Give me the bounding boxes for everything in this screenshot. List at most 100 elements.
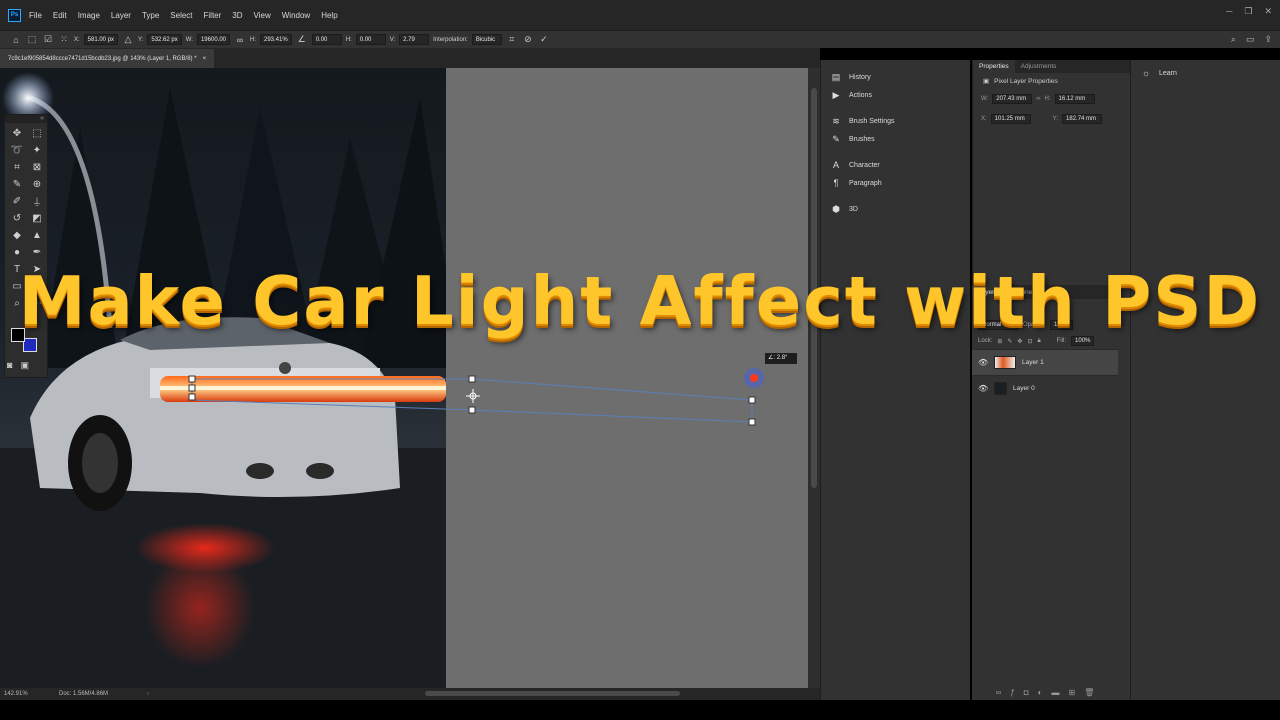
patch-tool-icon[interactable]: ⊕ bbox=[27, 176, 47, 192]
menu-filter[interactable]: Filter bbox=[204, 11, 222, 20]
link-layers-icon[interactable]: ∞ bbox=[996, 688, 1002, 697]
photoshop-logo: Ps bbox=[8, 8, 21, 22]
close-icon[interactable]: ✕ bbox=[1264, 6, 1272, 17]
interpolation-select[interactable]: Bicubic bbox=[471, 34, 502, 45]
history-panel-button[interactable]: ▤ History bbox=[821, 68, 970, 86]
bucket-tool-icon[interactable]: ◆ bbox=[7, 227, 27, 243]
vskew-input[interactable]: 2.79 bbox=[399, 34, 430, 45]
x-label: X: bbox=[74, 36, 80, 43]
menu-edit[interactable]: Edit bbox=[53, 11, 67, 20]
crop-tool-icon[interactable]: ⌗ bbox=[7, 159, 27, 175]
status-menu-icon[interactable]: › bbox=[147, 691, 149, 697]
w-input[interactable]: 19600.00 bbox=[196, 34, 230, 45]
paragraph-icon: ¶ bbox=[833, 178, 839, 188]
home-icon[interactable]: ⌂ bbox=[10, 35, 22, 45]
h-input[interactable]: 293.41% bbox=[260, 34, 292, 45]
add-mask-icon[interactable]: ◘ bbox=[1024, 688, 1029, 697]
menu-window[interactable]: Window bbox=[282, 11, 310, 20]
tab-close-icon[interactable]: × bbox=[203, 56, 207, 62]
workspace-icon[interactable]: ▭ bbox=[1246, 34, 1255, 45]
x-input[interactable]: 581.00 px bbox=[83, 34, 119, 45]
delete-layer-icon[interactable]: 🗑︎ bbox=[1084, 688, 1094, 697]
vskew-label: V: bbox=[389, 36, 396, 43]
video-title-overlay: Make Car Light Affect with PSD bbox=[18, 262, 1262, 340]
link-icon[interactable]: ∞ bbox=[234, 35, 246, 45]
maximize-icon[interactable]: ❐ bbox=[1244, 6, 1252, 17]
search-icon[interactable]: ⌕ bbox=[1231, 34, 1236, 45]
move-tool-icon[interactable]: ✥ bbox=[7, 125, 27, 141]
history-brush-tool-icon[interactable]: ↺ bbox=[7, 210, 27, 226]
menu-file[interactable]: File bbox=[29, 11, 42, 20]
3d-label: 3D bbox=[849, 205, 858, 213]
frame-tool-icon[interactable]: ⊠ bbox=[27, 159, 47, 175]
stamp-tool-icon[interactable]: ⍊ bbox=[27, 193, 47, 209]
brush-tool-icon[interactable]: ✐ bbox=[7, 193, 27, 209]
pen-tool-icon[interactable]: ✒ bbox=[27, 244, 47, 260]
transform-bounding-box[interactable] bbox=[0, 68, 820, 688]
new-group-icon[interactable]: ▬ bbox=[1051, 688, 1059, 697]
blur-tool-icon[interactable]: ▲ bbox=[27, 227, 47, 243]
checkbox-reference-icon[interactable]: ☑ bbox=[42, 34, 54, 45]
prop-link-icon[interactable]: ∞ bbox=[1036, 96, 1040, 102]
tab-adjustments[interactable]: Adjustments bbox=[1015, 60, 1063, 73]
dodge-tool-icon[interactable]: ● bbox=[7, 244, 27, 260]
w-label: W: bbox=[185, 36, 193, 43]
commit-transform-icon[interactable]: ✓ bbox=[538, 34, 550, 45]
hskew-input[interactable]: 0.00 bbox=[355, 34, 386, 45]
canvas-area[interactable]: ∠: 2.8° bbox=[0, 68, 820, 688]
document-tab[interactable]: 7c9c1ef905854d8ccce7471d15bcdb23.jpg @ 1… bbox=[0, 49, 215, 68]
new-layer-icon[interactable]: ⊞ bbox=[1068, 688, 1075, 697]
lasso-tool-icon[interactable]: ➰ bbox=[7, 142, 27, 158]
layer-name[interactable]: Layer 0 bbox=[1013, 385, 1035, 392]
magic-wand-tool-icon[interactable]: ✦ bbox=[27, 142, 47, 158]
actions-panel-button[interactable]: ▶ Actions bbox=[821, 86, 970, 104]
layer-thumbnail bbox=[994, 382, 1007, 395]
menu-type[interactable]: Type bbox=[142, 11, 159, 20]
3d-panel-button[interactable]: ⬢ 3D bbox=[821, 200, 970, 218]
share-icon[interactable]: ⇪ bbox=[1264, 34, 1272, 45]
learn-panel-button[interactable]: ☼ Learn bbox=[1131, 64, 1280, 82]
character-icon: A bbox=[832, 160, 839, 170]
pixel-layer-properties-title: Pixel Layer Properties bbox=[994, 77, 1058, 85]
tab-properties[interactable]: Properties bbox=[973, 60, 1015, 73]
angle-input[interactable]: 0.00 bbox=[311, 34, 342, 45]
y-label: Y: bbox=[138, 36, 144, 43]
fx-icon[interactable]: ƒ bbox=[1010, 688, 1014, 697]
prop-w-input[interactable]: 207.43 mm bbox=[992, 94, 1033, 104]
zoom-level[interactable]: 142.91% bbox=[4, 691, 59, 697]
menu-image[interactable]: Image bbox=[78, 11, 100, 20]
paragraph-panel-button[interactable]: ¶ Paragraph bbox=[821, 174, 970, 192]
prop-h-input[interactable]: 16.12 mm bbox=[1054, 94, 1095, 104]
reference-point-icon[interactable]: ⁙ bbox=[58, 34, 70, 45]
menu-select[interactable]: Select bbox=[170, 11, 192, 20]
prop-x-input[interactable]: 101.25 mm bbox=[990, 114, 1031, 124]
toolbox-collapse-icon[interactable]: « bbox=[5, 115, 47, 123]
horizontal-scroll-thumb[interactable] bbox=[425, 691, 680, 696]
marquee-tool-icon[interactable]: ⬚ bbox=[27, 125, 47, 141]
play-icon: ▶ bbox=[832, 89, 840, 100]
transform-tool-icon[interactable]: ⬚ bbox=[26, 34, 38, 45]
warp-icon[interactable]: ⌗ bbox=[506, 34, 518, 45]
delta-icon[interactable]: △ bbox=[122, 34, 134, 45]
angle-icon: ∠ bbox=[297, 34, 306, 44]
prop-h-label: H: bbox=[1044, 96, 1051, 102]
brushes-panel-button[interactable]: ✎ Brushes bbox=[821, 130, 970, 148]
character-panel-button[interactable]: A Character bbox=[821, 156, 970, 174]
menu-3d[interactable]: 3D bbox=[232, 11, 242, 20]
prop-y-input[interactable]: 182.74 mm bbox=[1062, 114, 1103, 124]
cancel-transform-icon[interactable]: ⊘ bbox=[522, 34, 534, 45]
menu-view[interactable]: View bbox=[254, 11, 271, 20]
eraser-tool-icon[interactable]: ◩ bbox=[27, 210, 47, 226]
menu-layer[interactable]: Layer bbox=[111, 11, 131, 20]
doc-info: Doc: 1.56M/4.86M bbox=[59, 691, 109, 697]
brush-settings-panel-button[interactable]: ≋ Brush Settings bbox=[821, 112, 970, 130]
eye-icon[interactable]: 👁︎ bbox=[978, 384, 988, 393]
minimize-icon[interactable]: ─ bbox=[1226, 6, 1232, 17]
menu-help[interactable]: Help bbox=[321, 11, 337, 20]
history-icon: ▤ bbox=[831, 71, 841, 82]
layer-row[interactable]: 👁︎ Layer 0 bbox=[972, 375, 1118, 401]
eyedropper-tool-icon[interactable]: ✎ bbox=[7, 176, 27, 192]
paragraph-label: Paragraph bbox=[849, 179, 882, 187]
y-input[interactable]: 532.62 px bbox=[147, 34, 182, 45]
adjustment-layer-icon[interactable]: ◐ bbox=[1038, 688, 1043, 697]
